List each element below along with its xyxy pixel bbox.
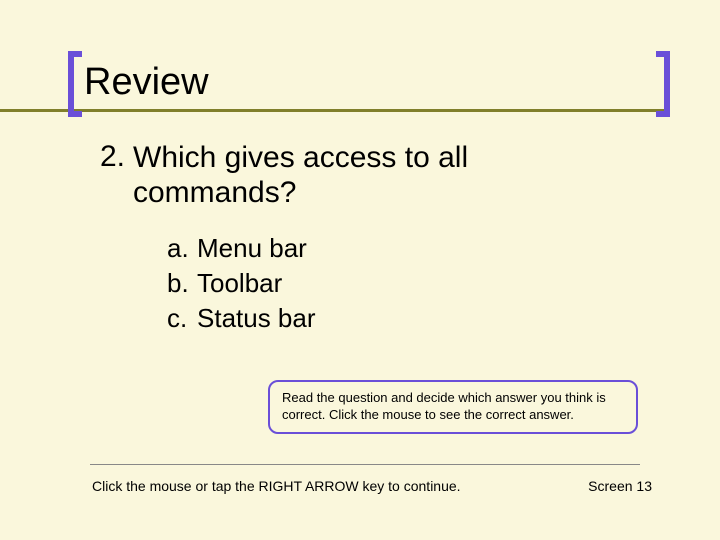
- option-text: Toolbar: [197, 266, 282, 301]
- rule-left: [0, 109, 74, 112]
- hint-callout: Read the question and decide which answe…: [268, 380, 638, 434]
- option-letter: c.: [167, 301, 197, 336]
- title-bar: Review: [0, 55, 720, 115]
- bracket-right-icon: [656, 51, 670, 117]
- hint-text: Read the question and decide which answe…: [282, 390, 606, 422]
- screen-number: Screen 13: [588, 478, 652, 494]
- footer: Click the mouse or tap the RIGHT ARROW k…: [92, 478, 652, 494]
- question-number: 2.: [95, 140, 133, 211]
- rule-right: [74, 109, 670, 112]
- option-letter: a.: [167, 231, 197, 266]
- option-text: Status bar: [197, 301, 316, 336]
- option-text: Menu bar: [197, 231, 307, 266]
- continue-instruction: Click the mouse or tap the RIGHT ARROW k…: [92, 478, 461, 494]
- question-row: 2. Which gives access to all commands?: [95, 140, 615, 211]
- option-a[interactable]: a. Menu bar: [167, 231, 615, 266]
- option-c[interactable]: c. Status bar: [167, 301, 615, 336]
- bracket-left-icon: [68, 51, 82, 117]
- question-text: Which gives access to all commands?: [133, 140, 615, 211]
- option-letter: b.: [167, 266, 197, 301]
- options-list: a. Menu bar b. Toolbar c. Status bar: [167, 231, 615, 336]
- question-block: 2. Which gives access to all commands? a…: [95, 140, 615, 336]
- option-b[interactable]: b. Toolbar: [167, 266, 615, 301]
- page-title: Review: [84, 61, 209, 104]
- footer-divider: [90, 464, 640, 465]
